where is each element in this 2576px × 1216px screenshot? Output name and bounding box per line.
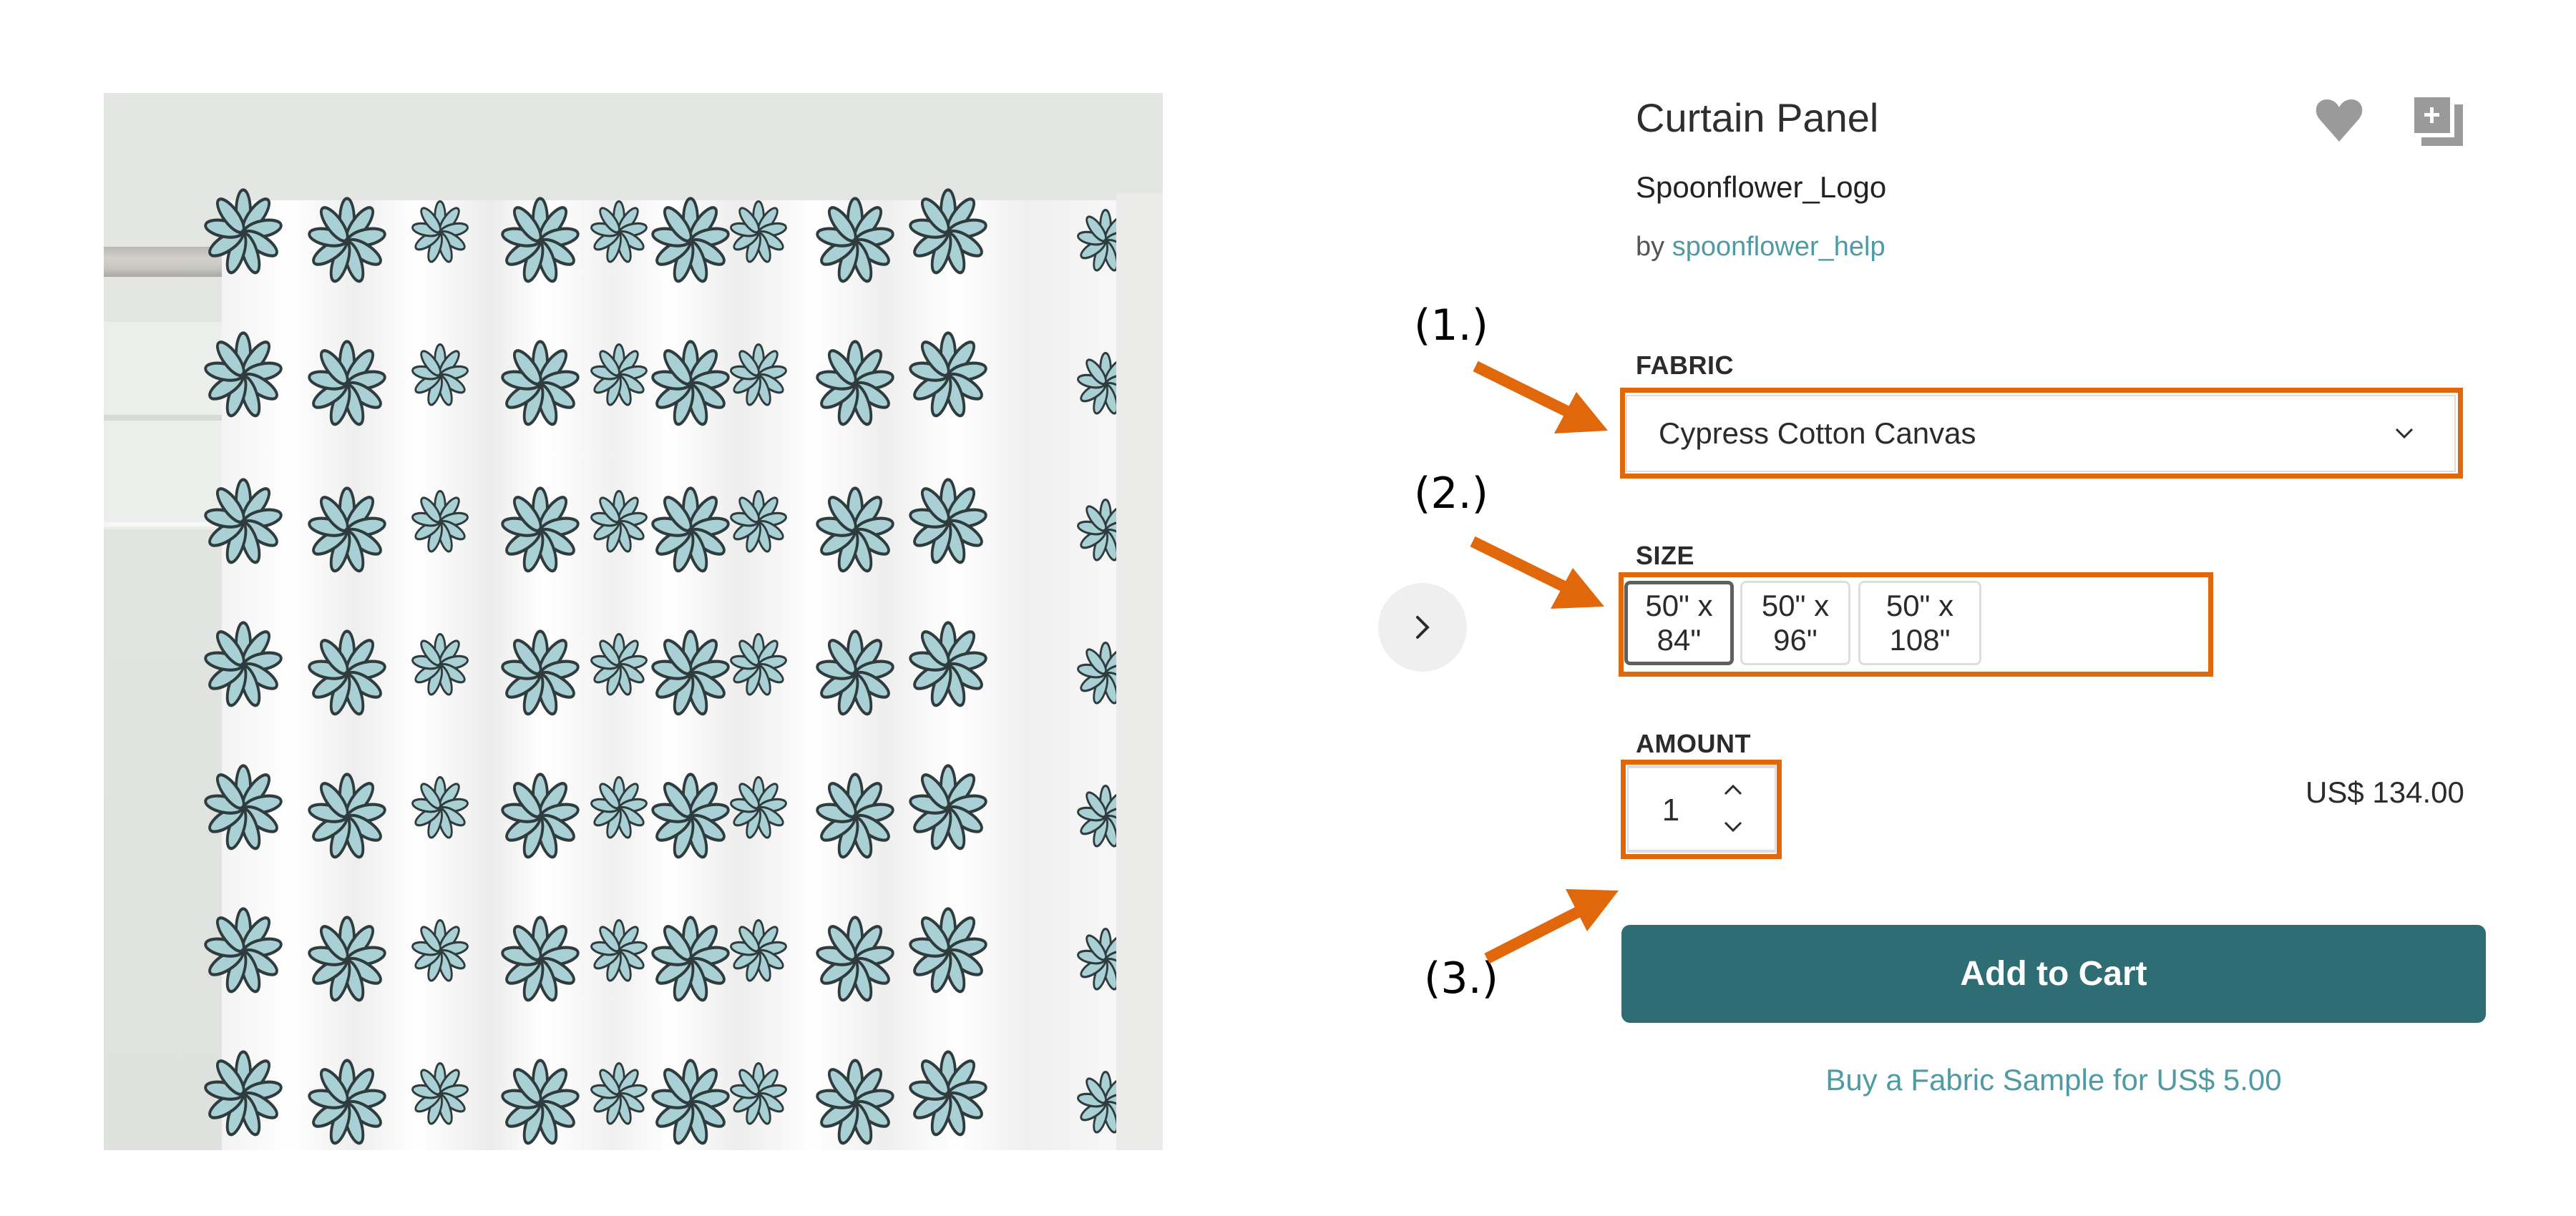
designer-link[interactable]: spoonflower_help (1672, 232, 1885, 262)
add-to-collection-icon (2413, 96, 2463, 146)
annotation-arrow-3 (1484, 889, 1619, 964)
add-to-cart-button[interactable]: Add to Cart (1621, 925, 2486, 1023)
chevron-right-icon (1416, 616, 1430, 639)
amount-label: AMOUNT (1636, 729, 1751, 758)
buy-sample-link[interactable]: Buy a Fabric Sample for US$ 5.00 (1621, 1063, 2486, 1097)
increment-button[interactable] (1719, 775, 1747, 804)
size-option-50x84[interactable]: 50" x 84" (1624, 581, 1734, 665)
amount-input[interactable] (1644, 788, 1697, 833)
annotation-label-1: (1.) (1414, 300, 1489, 350)
amount-stepper (1627, 765, 1776, 853)
chevron-down-icon (2395, 428, 2414, 439)
annotation-arrow-1 (1473, 361, 1608, 433)
carousel-next-button[interactable] (1378, 583, 1467, 672)
chevron-down-icon (1724, 821, 1742, 833)
annotation-label-3: (3.) (1424, 953, 1499, 1004)
designer-line: by spoonflower_help (1636, 232, 1885, 263)
fabric-label: FABRIC (1636, 350, 1734, 380)
heart-icon (2316, 99, 2363, 142)
decrement-button[interactable] (1719, 813, 1747, 841)
annotation-label-2: (2.) (1414, 469, 1489, 519)
product-image (104, 93, 1163, 1150)
chevron-up-icon (1724, 784, 1742, 795)
designer-prefix: by (1636, 232, 1665, 262)
size-label: SIZE (1636, 541, 1695, 570)
add-to-collection-button[interactable] (2413, 96, 2464, 147)
fabric-selected-value: Cypress Cotton Canvas (1659, 416, 1976, 450)
annotation-arrow-2 (1470, 536, 1604, 609)
size-option-50x96[interactable]: 50" x 96" (1740, 581, 1850, 665)
curtain-illustration (104, 93, 1163, 1150)
product-title: Curtain Panel (1636, 95, 1879, 140)
fabric-select[interactable]: Cypress Cotton Canvas (1626, 395, 2456, 472)
favorite-button[interactable] (2314, 96, 2364, 146)
design-name: Spoonflower_Logo (1636, 170, 1887, 204)
price: US$ 134.00 (2306, 775, 2464, 809)
size-option-50x108[interactable]: 50" x 108" (1858, 581, 1981, 665)
